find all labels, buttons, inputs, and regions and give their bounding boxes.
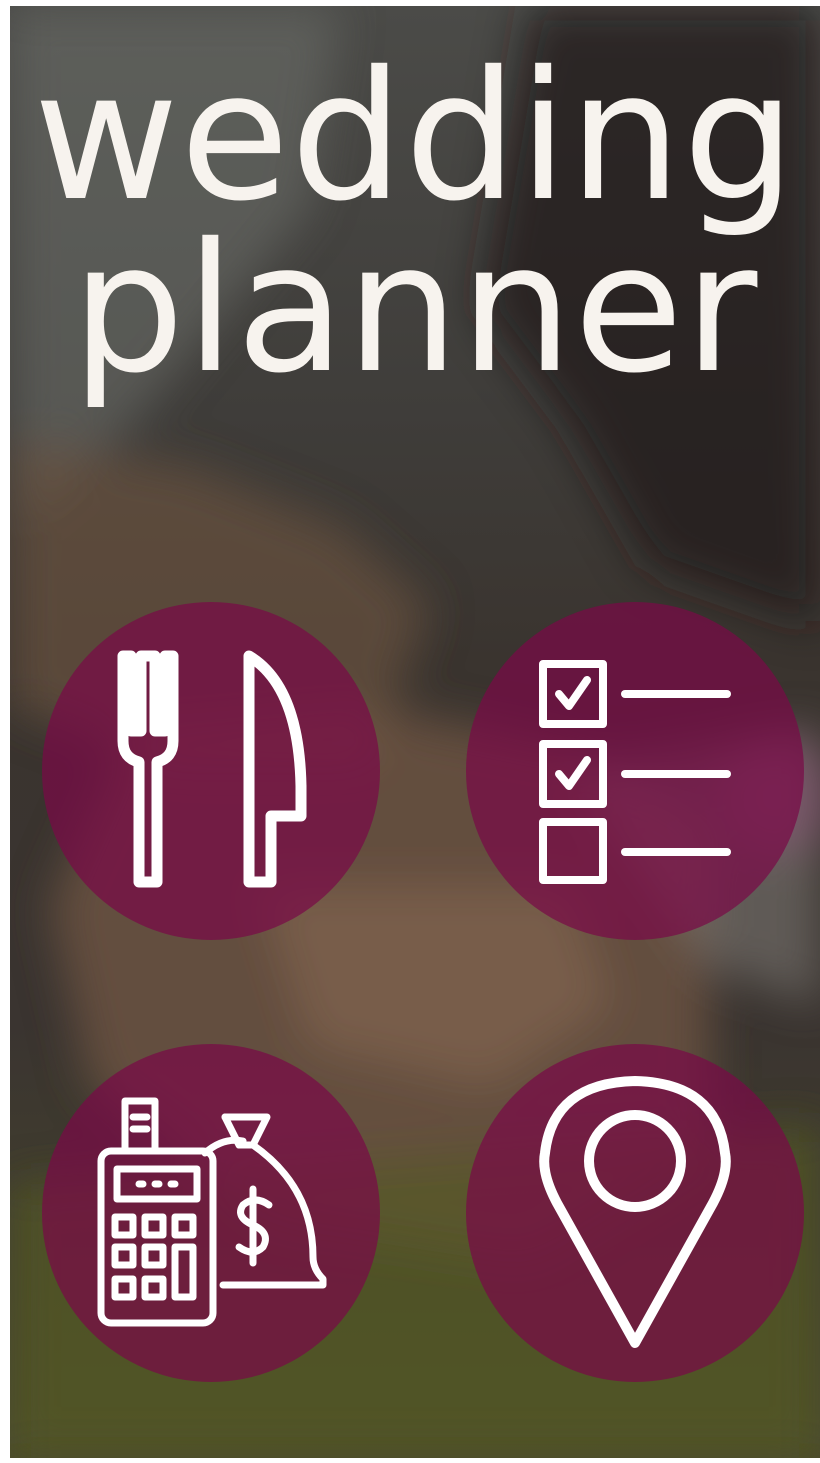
venue-location-button[interactable]	[466, 1044, 804, 1382]
app-screen: wedding planner	[10, 6, 820, 1458]
budget-button[interactable]	[42, 1044, 380, 1382]
dining-button[interactable]	[42, 602, 380, 940]
calculator-money-bag-icon	[97, 1097, 327, 1327]
checklist-button[interactable]	[466, 602, 804, 940]
app-title-line-2: planner	[71, 205, 759, 412]
location-pin-icon	[539, 1076, 731, 1348]
app-title-line-1: wedding	[33, 33, 797, 240]
checklist-icon	[539, 660, 731, 884]
app-title: wedding planner	[10, 33, 820, 412]
fork-knife-icon	[117, 650, 307, 888]
